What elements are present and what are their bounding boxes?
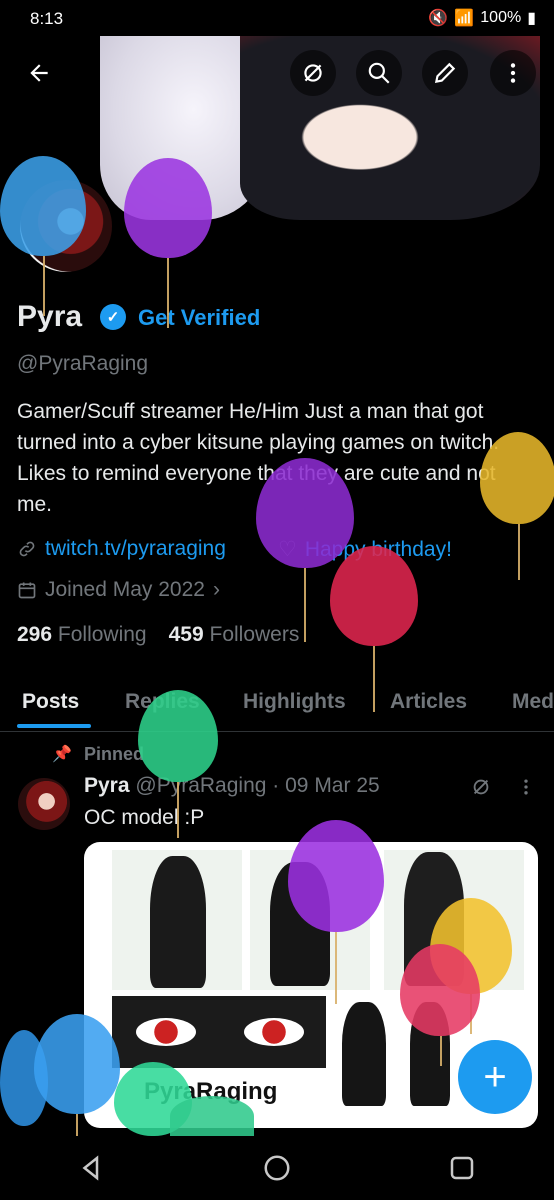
more-vertical-icon (524, 779, 528, 795)
tab-media[interactable]: Media (512, 686, 554, 718)
more-button[interactable] (490, 50, 536, 96)
search-button[interactable] (356, 50, 402, 96)
balloon-purple (256, 458, 354, 568)
verified-check-icon[interactable]: ✓ (100, 304, 126, 330)
balloon-red (400, 944, 480, 1036)
image-eye (244, 1018, 304, 1046)
post-handle: @PyraRaging (135, 774, 267, 797)
balloon-green (138, 690, 218, 782)
nav-back-icon[interactable] (77, 1153, 107, 1183)
calendar-icon (18, 582, 36, 599)
followers-stat[interactable]: 459 Followers (169, 623, 300, 647)
balloon-string (304, 568, 306, 642)
hide-icon (473, 779, 489, 795)
profile-link-text[interactable]: twitch.tv/pyraraging (45, 537, 226, 561)
mute-icon: 🔇 (428, 10, 449, 27)
back-button[interactable] (16, 50, 62, 96)
arrow-left-icon (30, 64, 48, 82)
balloon-blue (34, 1014, 120, 1114)
post-header: Pyra @PyraRaging · 09 Mar 25 (84, 774, 380, 798)
balloon-string (43, 256, 45, 316)
post-more-button[interactable] (516, 776, 536, 803)
nav-home-icon[interactable] (262, 1153, 292, 1183)
image-eye (136, 1018, 196, 1046)
following-stat[interactable]: 296 Following (17, 623, 147, 647)
balloon-string (167, 258, 169, 328)
image-figure (150, 856, 206, 988)
hide-button[interactable] (290, 50, 336, 96)
balloon-green (170, 1096, 254, 1136)
pin-icon: 📌 (52, 746, 72, 763)
battery-text: 100% (480, 9, 522, 26)
tab-highlights[interactable]: Highlights (243, 686, 346, 718)
tabs-divider (0, 731, 554, 732)
profile-name: Pyra (17, 300, 83, 333)
post-date: 09 Mar 25 (285, 774, 380, 797)
compose-button[interactable]: + (458, 1040, 532, 1114)
profile-link[interactable]: twitch.tv/pyraraging (17, 537, 226, 561)
plus-icon: + (483, 1054, 507, 1099)
followers-count: 459 (168, 623, 204, 646)
edit-button[interactable] (422, 50, 468, 96)
system-nav-bar (0, 1136, 554, 1200)
balloon-string (373, 646, 375, 712)
edit-icon (434, 62, 456, 84)
balloon-string (440, 1036, 442, 1066)
link-icon (19, 541, 35, 557)
status-time: 8:13 (30, 9, 64, 28)
balloon-string (76, 1114, 78, 1136)
hide-icon (304, 64, 322, 82)
tab-posts[interactable]: Posts (22, 686, 79, 718)
search-icon (368, 62, 390, 84)
battery-icon: ▮ (527, 10, 536, 27)
following-count: 296 (17, 623, 53, 646)
get-verified-link[interactable]: Get Verified (138, 305, 260, 331)
follow-stats: 296 Following 459 Followers (17, 623, 299, 647)
wifi-icon: 📶 (454, 10, 475, 27)
balloon-blue (0, 156, 86, 256)
post-author[interactable]: Pyra (84, 774, 130, 797)
active-tab-indicator (17, 724, 91, 728)
pinned-label: Pinned (84, 744, 145, 764)
post-text: OC model :P (84, 806, 205, 829)
joined-text: Joined May 2022 (45, 578, 205, 601)
more-vertical-icon (510, 63, 516, 83)
profile-handle: @PyraRaging (17, 352, 149, 375)
balloon-yellow (480, 432, 554, 524)
profile-joined[interactable]: Joined May 2022 › (17, 578, 220, 602)
image-figure (342, 1002, 386, 1106)
balloon-string (177, 782, 179, 838)
post-hide-button[interactable] (470, 776, 492, 803)
status-bar: 8:13 🔇 📶 100% ▮ (0, 0, 554, 36)
balloon-string (518, 524, 520, 580)
balloon-red (330, 546, 418, 646)
followers-label: Followers (209, 623, 300, 646)
post-separator: · (272, 774, 280, 797)
nav-recents-icon[interactable] (447, 1153, 477, 1183)
chevron-right-icon: › (212, 578, 220, 601)
post-avatar[interactable] (18, 778, 70, 830)
following-label: Following (57, 623, 147, 646)
balloon-string (335, 932, 337, 1004)
balloon-purple (288, 820, 384, 932)
status-icons: 🔇 📶 100% ▮ (428, 8, 536, 28)
tab-articles[interactable]: Articles (390, 686, 467, 718)
balloon-purple (124, 158, 212, 258)
